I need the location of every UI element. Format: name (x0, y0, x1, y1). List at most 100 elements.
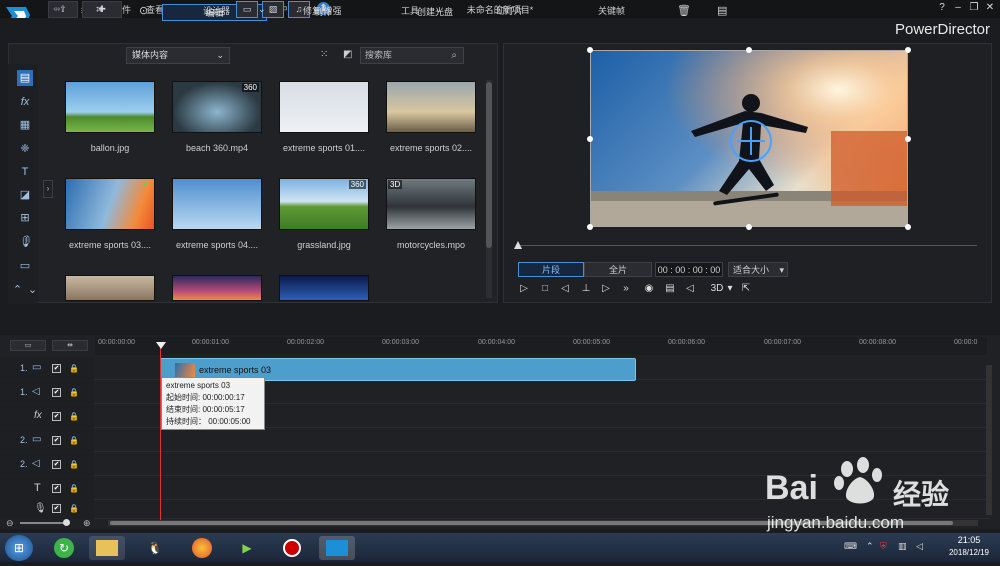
keyboard-icon[interactable]: ⌨ (844, 541, 857, 552)
resize-handle[interactable] (746, 224, 752, 230)
stop-icon[interactable]: □ (538, 282, 552, 296)
track-manager-icon[interactable]: ▭ (10, 340, 46, 351)
library-scrollbar-thumb[interactable] (486, 82, 492, 248)
start-button-icon[interactable]: ⊞ (5, 535, 33, 561)
slideshow-button[interactable]: 幻灯片 (496, 4, 523, 17)
media-thumb-beach[interactable]: 360 (172, 81, 262, 133)
lock-icon[interactable]: 🔒 (69, 436, 79, 445)
track-enable-checkbox[interactable]: ✔ (52, 460, 61, 469)
playhead-handle[interactable] (156, 342, 166, 349)
app-360-icon[interactable]: ↻ (46, 536, 82, 560)
keyframe-button[interactable]: 关键帧 (598, 4, 625, 17)
tools-button[interactable]: 工具 (401, 4, 419, 17)
fit-timeline-icon[interactable]: ⇹ (52, 340, 88, 351)
scroll-down-icon[interactable]: ⌄ (27, 282, 38, 298)
filter-video-button[interactable]: ▭ (236, 1, 258, 18)
resize-handle[interactable] (587, 47, 593, 53)
clock-date[interactable]: 2018/12/19 (940, 548, 998, 557)
chevron-down-icon[interactable]: ▾ (723, 282, 737, 296)
media-thumb-sports03[interactable]: ✔ (65, 178, 155, 230)
network-icon[interactable]: ▥ (898, 541, 907, 552)
restore-icon[interactable]: ❐ (966, 1, 982, 15)
media-thumb-motorcycles[interactable]: 3D (386, 178, 476, 230)
media-app-icon[interactable]: ▶ (229, 536, 265, 560)
volume-tray-icon[interactable]: ◁ (916, 541, 923, 552)
delete-icon[interactable]: 🗑 (677, 4, 691, 17)
resize-handle[interactable] (905, 224, 911, 230)
subtitle-room-icon[interactable]: ▭ (17, 258, 33, 274)
timecode-display[interactable]: 00 : 00 : 00 : 00 (655, 262, 723, 277)
resize-handle[interactable] (746, 47, 752, 53)
pip-room-icon[interactable]: ▦ (17, 117, 33, 133)
expand-panel-icon[interactable]: › (43, 180, 53, 198)
voiceover-icon[interactable]: 🎙 (17, 234, 33, 250)
transition-room-icon[interactable]: ◪ (17, 187, 33, 203)
playhead[interactable] (160, 345, 161, 520)
track-enable-checkbox[interactable]: ✔ (52, 436, 61, 445)
clock-time[interactable]: 21:05 (940, 535, 998, 545)
split-clip-icon[interactable]: ⇹ (53, 4, 61, 15)
resize-handle[interactable] (587, 136, 593, 142)
volume-icon[interactable]: ◁ (683, 282, 697, 296)
preview-canvas[interactable] (590, 50, 908, 227)
zoom-out-icon[interactable]: ⊖ (6, 518, 14, 529)
clip-mode-button[interactable]: 片段 (518, 262, 584, 277)
tray-expand-icon[interactable]: ⌃ (866, 541, 874, 552)
chevron-down-icon[interactable]: ⌄ (435, 4, 443, 15)
chevron-down-icon[interactable]: ⌄ (258, 4, 266, 15)
designer-button[interactable]: 设计器 (203, 4, 230, 17)
lock-icon[interactable]: 🔒 (69, 412, 79, 421)
lock-icon[interactable]: 🔒 (69, 388, 79, 397)
scroll-up-icon[interactable]: ⌃ (12, 282, 23, 298)
lock-icon[interactable]: 🔒 (69, 504, 79, 513)
grid-view-icon[interactable]: ⁙ (320, 49, 328, 60)
media-thumb-grassland[interactable]: 360 (279, 178, 369, 230)
media-room-icon[interactable]: ▤ (17, 70, 33, 86)
qq-icon[interactable]: 🐧 (137, 536, 173, 560)
resize-handle[interactable] (905, 47, 911, 53)
zoom-in-icon[interactable]: ⊕ (83, 518, 91, 529)
fit-size-dropdown[interactable]: 适合大小 ▾ (728, 262, 788, 277)
media-thumb-sports02[interactable] (386, 81, 476, 133)
thumbnail-size-icon[interactable]: ◩ (343, 49, 352, 60)
split-icon[interactable]: ⊥ (579, 282, 593, 296)
track-enable-checkbox[interactable]: ✔ (52, 412, 61, 421)
media-thumb[interactable] (279, 275, 369, 301)
subtitle-icon[interactable]: ▤ (663, 282, 677, 296)
close-icon[interactable]: ✕ (982, 1, 998, 15)
scrubber-handle[interactable] (514, 241, 522, 249)
lock-icon[interactable]: 🔒 (69, 484, 79, 493)
track-enable-checkbox[interactable]: ✔ (52, 504, 61, 513)
title-room-icon[interactable]: T (17, 164, 33, 180)
previous-frame-icon[interactable]: ◁ (558, 282, 572, 296)
media-thumb-ballon[interactable] (65, 81, 155, 133)
zoom-slider-handle[interactable] (63, 519, 70, 526)
search-library-input[interactable]: 搜索库 ⌕ (360, 47, 464, 64)
minimize-icon[interactable]: – (950, 1, 966, 15)
media-thumb[interactable] (172, 275, 262, 301)
media-thumb-sports04[interactable] (172, 178, 262, 230)
clip-attributes-icon[interactable]: ▤ (717, 4, 727, 17)
powerdirector-task-icon[interactable] (319, 536, 355, 560)
file-explorer-icon[interactable] (89, 536, 125, 560)
fast-forward-icon[interactable]: » (619, 282, 633, 296)
track-enable-checkbox[interactable]: ✔ (52, 484, 61, 493)
fix-enhance-button[interactable]: 修复/增强 (303, 4, 342, 17)
play-icon[interactable]: ▷ (517, 282, 531, 296)
media-thumb[interactable] (65, 275, 155, 301)
track-enable-checkbox[interactable]: ✔ (52, 364, 61, 373)
snapshot-icon[interactable]: ◉ (642, 282, 656, 296)
undock-icon[interactable]: ⇱ (739, 282, 753, 296)
record-icon[interactable] (274, 536, 310, 560)
resize-handle[interactable] (587, 224, 593, 230)
firefox-icon[interactable] (184, 536, 220, 560)
crop-icon[interactable]: ⌗ (96, 4, 102, 17)
movie-mode-button[interactable]: 全片 (584, 262, 652, 277)
track-enable-checkbox[interactable]: ✔ (52, 388, 61, 397)
effects-room-icon[interactable]: fx (17, 94, 33, 110)
next-frame-icon[interactable]: ▷ (599, 282, 613, 296)
media-thumb-sports01[interactable] (279, 81, 369, 133)
audio-mixing-icon[interactable]: ⊞ (17, 210, 33, 226)
lock-icon[interactable]: 🔒 (69, 460, 79, 469)
particle-room-icon[interactable]: ❈ (17, 141, 33, 157)
